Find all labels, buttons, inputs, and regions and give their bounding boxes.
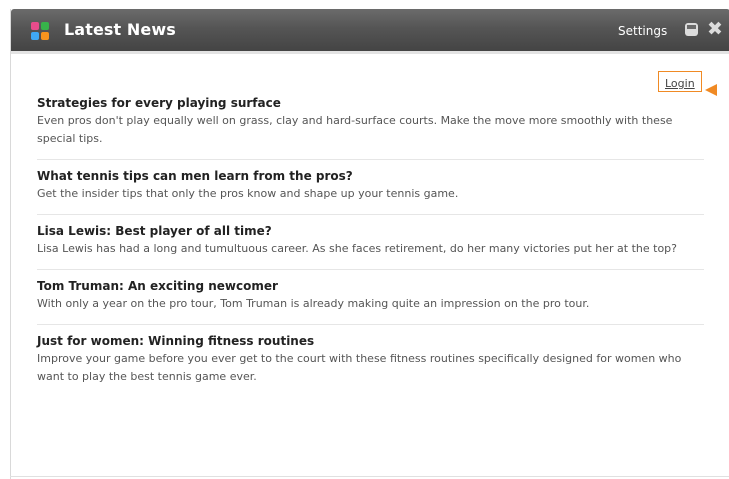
news-item: Lisa Lewis: Best player of all time? Lis… [37, 215, 704, 270]
news-item: Tom Truman: An exciting newcomer With on… [37, 270, 704, 325]
arrow-left-icon [705, 84, 717, 96]
news-description: Get the insider tips that only the pros … [37, 187, 459, 200]
news-description: With only a year on the pro tour, Tom Tr… [37, 297, 590, 310]
news-item: Just for women: Winning fitness routines… [37, 325, 704, 397]
news-list: Strategies for every playing surface Eve… [37, 87, 704, 397]
news-description: Lisa Lewis has had a long and tumultuous… [37, 242, 678, 255]
news-item: What tennis tips can men learn from the … [37, 160, 704, 215]
news-description: Improve your game before you ever get to… [37, 352, 682, 383]
close-icon[interactable]: ✖ [707, 19, 725, 39]
widget-title: Latest News [64, 20, 176, 39]
app-grid-icon [31, 22, 49, 40]
news-title[interactable]: Tom Truman: An exciting newcomer [37, 278, 704, 295]
news-title[interactable]: Lisa Lewis: Best player of all time? [37, 223, 704, 240]
minimize-icon[interactable] [685, 23, 698, 36]
settings-link[interactable]: Settings [618, 24, 667, 38]
widget-header: Latest News Settings ✖ [11, 9, 729, 54]
news-title[interactable]: What tennis tips can men learn from the … [37, 168, 704, 185]
bottom-divider [10, 476, 729, 477]
news-item: Strategies for every playing surface Eve… [37, 87, 704, 160]
news-description: Even pros don't play equally well on gra… [37, 114, 673, 145]
news-title[interactable]: Just for women: Winning fitness routines [37, 333, 704, 350]
news-title[interactable]: Strategies for every playing surface [37, 95, 704, 112]
